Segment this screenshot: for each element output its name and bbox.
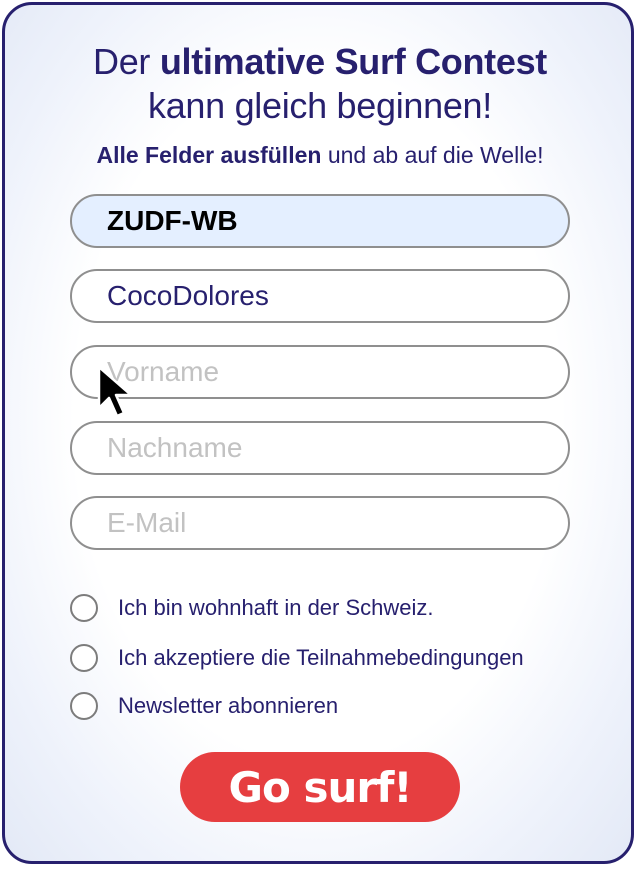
subtitle-bold: Alle Felder ausfüllen	[96, 142, 322, 168]
code-input[interactable]	[70, 194, 570, 248]
residency-radio[interactable]	[70, 594, 98, 622]
title-line2: kann gleich beginnen!	[148, 85, 492, 126]
title-line1-bold: ultimative Surf Contest	[159, 41, 547, 82]
mouse-pointer-icon	[97, 365, 133, 418]
terms-label: Ich akzeptiere die Teilnahmebedingungen	[118, 645, 524, 670]
username-input[interactable]	[70, 269, 570, 323]
checkbox-terms[interactable]: Ich akzeptiere die Teilnahmebedingungen	[70, 642, 524, 674]
email-input[interactable]	[70, 496, 570, 550]
lastname-input[interactable]	[70, 421, 570, 475]
checkbox-residency[interactable]: Ich bin wohnhaft in der Schweiz.	[70, 592, 434, 624]
title-line1-regular: Der	[93, 41, 160, 82]
terms-radio[interactable]	[70, 644, 98, 672]
newsletter-radio[interactable]	[70, 692, 98, 720]
newsletter-label: Newsletter abonnieren	[118, 693, 339, 718]
page-title: Der ultimative Surf Contest kann gleich …	[0, 40, 640, 128]
checkbox-newsletter[interactable]: Newsletter abonnieren	[70, 690, 338, 722]
go-surf-button[interactable]: Go surf!	[180, 752, 460, 822]
residency-label: Ich bin wohnhaft in der Schweiz.	[118, 595, 434, 620]
subtitle: Alle Felder ausfüllen und ab auf die Wel…	[0, 140, 640, 170]
subtitle-rest: und ab auf die Welle!	[321, 142, 544, 168]
firstname-input[interactable]	[70, 345, 570, 399]
